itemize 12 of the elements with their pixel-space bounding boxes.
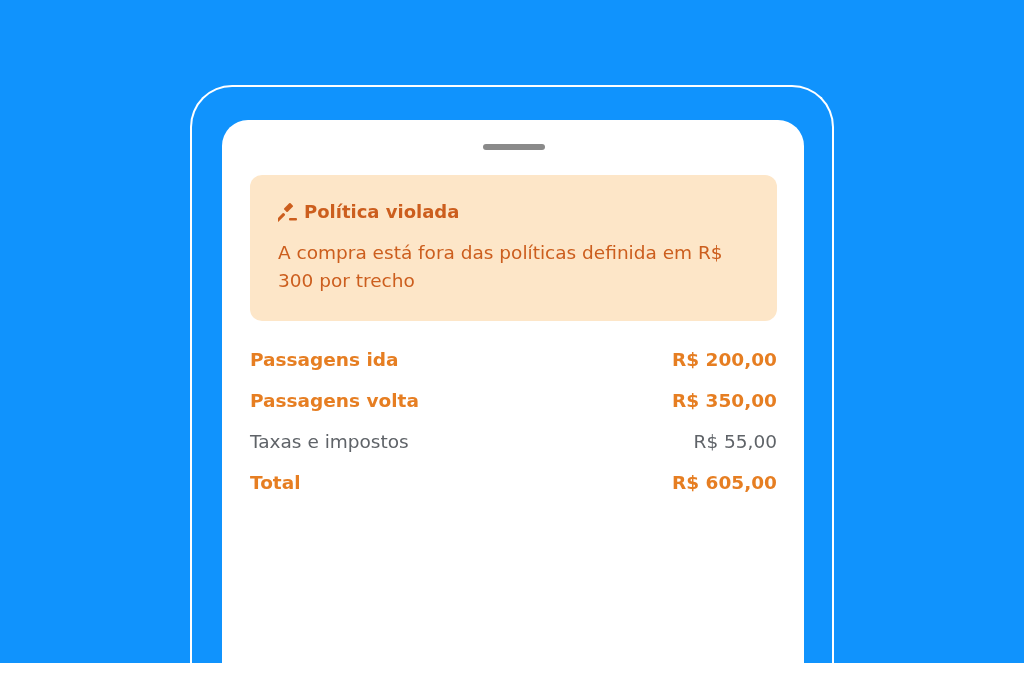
price-value: R$ 55,00 [693,430,777,454]
price-label: Total [250,471,301,495]
drag-handle[interactable] [482,144,545,150]
price-value: R$ 350,00 [672,389,777,413]
gavel-icon [278,201,298,222]
price-value: R$ 605,00 [672,471,777,495]
alert-title: Política violada [304,201,460,222]
price-label: Passagens ida [250,348,399,372]
price-label: Taxas e impostos [250,430,409,454]
price-value: R$ 200,00 [672,348,777,372]
alert-message: A compra está fora das políticas definida em R$ 300 por trecho [278,241,724,293]
price-label: Passagens volta [250,389,419,413]
